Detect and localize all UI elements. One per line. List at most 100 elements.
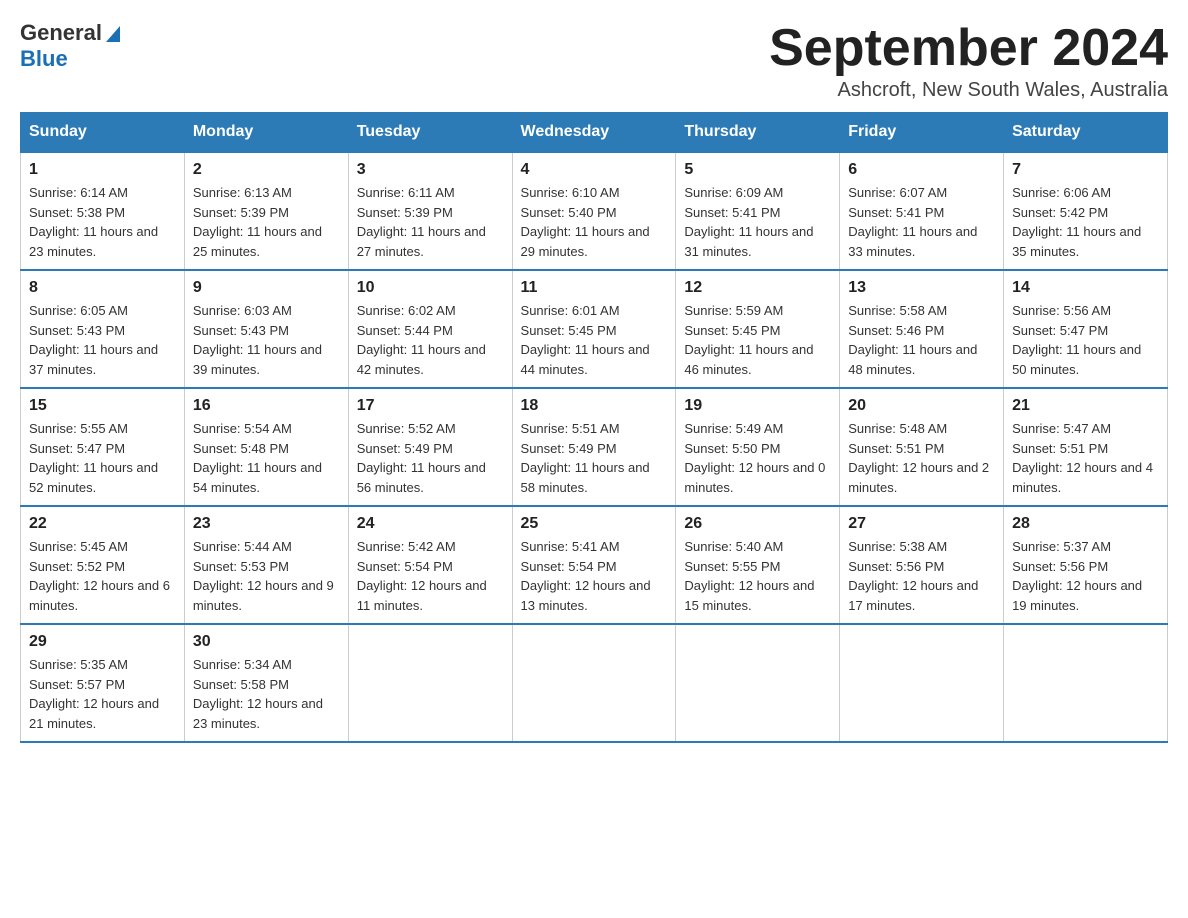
calendar-cell: 9Sunrise: 6:03 AMSunset: 5:43 PMDaylight… <box>184 270 348 388</box>
day-number: 3 <box>357 161 504 179</box>
calendar-cell: 16Sunrise: 5:54 AMSunset: 5:48 PMDayligh… <box>184 388 348 506</box>
calendar-cell: 28 Sunrise: 5:37 AMSunset: 5:56 PMDayligh… <box>1004 506 1168 624</box>
title-area: September 2024 Ashcroft, New South Wales… <box>769 20 1168 102</box>
calendar-cell: 25Sunrise: 5:41 AMSunset: 5:54 PMDayligh… <box>512 506 676 624</box>
weekday-header-tuesday: Tuesday <box>348 113 512 153</box>
calendar-cell: 29 Sunrise: 5:35 AMSunset: 5:57 PMDayligh… <box>21 624 185 742</box>
day-info: Sunrise: 5:54 AMSunset: 5:48 PMDaylight:… <box>193 419 340 497</box>
calendar-cell: 11 Sunrise: 6:01 AMSunset: 5:45 PMDayligh… <box>512 270 676 388</box>
day-info: Sunrise: 5:55 AMSunset: 5:47 PMDaylight:… <box>29 419 176 497</box>
calendar-cell: 15 Sunrise: 5:55 AMSunset: 5:47 PMDayligh… <box>21 388 185 506</box>
day-info: Sunrise: 5:37 AMSunset: 5:56 PMDaylight:… <box>1012 537 1159 615</box>
day-number: 21 <box>1012 397 1159 415</box>
day-number: 5 <box>684 161 831 179</box>
day-number: 15 <box>29 397 176 415</box>
calendar-week-row: 29 Sunrise: 5:35 AMSunset: 5:57 PMDayligh… <box>21 624 1168 742</box>
logo-blue-text: Blue <box>20 46 124 72</box>
calendar-cell: 21 Sunrise: 5:47 AMSunset: 5:51 PMDayligh… <box>1004 388 1168 506</box>
day-info: Sunrise: 5:42 AMSunset: 5:54 PMDaylight:… <box>357 537 504 615</box>
day-info: Sunrise: 5:52 AMSunset: 5:49 PMDaylight:… <box>357 419 504 497</box>
day-info: Sunrise: 5:35 AMSunset: 5:57 PMDaylight:… <box>29 655 176 733</box>
day-number: 13 <box>848 279 995 297</box>
calendar-cell: 1 Sunrise: 6:14 AMSunset: 5:38 PMDaylight… <box>21 152 185 270</box>
calendar-cell: 19 Sunrise: 5:49 AMSunset: 5:50 PMDayligh… <box>676 388 840 506</box>
calendar-cell <box>676 624 840 742</box>
day-number: 19 <box>684 397 831 415</box>
logo-general-text: General <box>20 20 102 46</box>
day-number: 20 <box>848 397 995 415</box>
day-number: 23 <box>193 515 340 533</box>
weekday-header-sunday: Sunday <box>21 113 185 153</box>
day-info: Sunrise: 6:05 AMSunset: 5:43 PMDaylight:… <box>29 301 176 379</box>
day-number: 22 <box>29 515 176 533</box>
day-number: 26 <box>684 515 831 533</box>
day-number: 14 <box>1012 279 1159 297</box>
calendar-cell: 24 Sunrise: 5:42 AMSunset: 5:54 PMDayligh… <box>348 506 512 624</box>
weekday-header-thursday: Thursday <box>676 113 840 153</box>
calendar-week-row: 15 Sunrise: 5:55 AMSunset: 5:47 PMDayligh… <box>21 388 1168 506</box>
calendar-cell: 8 Sunrise: 6:05 AMSunset: 5:43 PMDaylight… <box>21 270 185 388</box>
day-info: Sunrise: 5:38 AMSunset: 5:56 PMDaylight:… <box>848 537 995 615</box>
calendar-cell: 2 Sunrise: 6:13 AMSunset: 5:39 PMDaylight… <box>184 152 348 270</box>
day-info: Sunrise: 5:40 AMSunset: 5:55 PMDaylight:… <box>684 537 831 615</box>
day-number: 6 <box>848 161 995 179</box>
day-info: Sunrise: 6:11 AMSunset: 5:39 PMDaylight:… <box>357 183 504 261</box>
weekday-header-friday: Friday <box>840 113 1004 153</box>
day-number: 1 <box>29 161 176 179</box>
calendar-cell: 6 Sunrise: 6:07 AMSunset: 5:41 PMDaylight… <box>840 152 1004 270</box>
day-number: 4 <box>521 161 668 179</box>
calendar-cell: 5Sunrise: 6:09 AMSunset: 5:41 PMDaylight… <box>676 152 840 270</box>
calendar-cell: 22 Sunrise: 5:45 AMSunset: 5:52 PMDayligh… <box>21 506 185 624</box>
calendar-cell: 27 Sunrise: 5:38 AMSunset: 5:56 PMDayligh… <box>840 506 1004 624</box>
location-subtitle: Ashcroft, New South Wales, Australia <box>769 79 1168 102</box>
calendar-cell <box>1004 624 1168 742</box>
month-title: September 2024 <box>769 20 1168 77</box>
weekday-header-saturday: Saturday <box>1004 113 1168 153</box>
logo-triangle-icon <box>102 22 124 44</box>
calendar-header-row: SundayMondayTuesdayWednesdayThursdayFrid… <box>21 113 1168 153</box>
day-number: 7 <box>1012 161 1159 179</box>
day-number: 2 <box>193 161 340 179</box>
day-info: Sunrise: 6:07 AMSunset: 5:41 PMDaylight:… <box>848 183 995 261</box>
calendar-cell: 17 Sunrise: 5:52 AMSunset: 5:49 PMDayligh… <box>348 388 512 506</box>
calendar-cell: 23Sunrise: 5:44 AMSunset: 5:53 PMDayligh… <box>184 506 348 624</box>
day-info: Sunrise: 5:49 AMSunset: 5:50 PMDaylight:… <box>684 419 831 497</box>
calendar-cell: 4 Sunrise: 6:10 AMSunset: 5:40 PMDaylight… <box>512 152 676 270</box>
day-number: 11 <box>521 279 668 297</box>
weekday-header-wednesday: Wednesday <box>512 113 676 153</box>
day-info: Sunrise: 5:34 AMSunset: 5:58 PMDaylight:… <box>193 655 340 733</box>
logo: General Blue <box>20 20 124 72</box>
calendar-cell: 30 Sunrise: 5:34 AMSunset: 5:58 PMDayligh… <box>184 624 348 742</box>
day-number: 8 <box>29 279 176 297</box>
calendar-cell: 7 Sunrise: 6:06 AMSunset: 5:42 PMDaylight… <box>1004 152 1168 270</box>
day-number: 18 <box>521 397 668 415</box>
day-number: 24 <box>357 515 504 533</box>
calendar-cell: 13 Sunrise: 5:58 AMSunset: 5:46 PMDayligh… <box>840 270 1004 388</box>
day-info: Sunrise: 5:47 AMSunset: 5:51 PMDaylight:… <box>1012 419 1159 497</box>
day-info: Sunrise: 5:58 AMSunset: 5:46 PMDaylight:… <box>848 301 995 379</box>
day-number: 12 <box>684 279 831 297</box>
day-number: 9 <box>193 279 340 297</box>
calendar-cell: 20Sunrise: 5:48 AMSunset: 5:51 PMDayligh… <box>840 388 1004 506</box>
day-info: Sunrise: 5:45 AMSunset: 5:52 PMDaylight:… <box>29 537 176 615</box>
day-info: Sunrise: 6:02 AMSunset: 5:44 PMDaylight:… <box>357 301 504 379</box>
day-number: 28 <box>1012 515 1159 533</box>
calendar-cell: 26 Sunrise: 5:40 AMSunset: 5:55 PMDayligh… <box>676 506 840 624</box>
day-number: 17 <box>357 397 504 415</box>
calendar-week-row: 1 Sunrise: 6:14 AMSunset: 5:38 PMDaylight… <box>21 152 1168 270</box>
day-info: Sunrise: 6:13 AMSunset: 5:39 PMDaylight:… <box>193 183 340 261</box>
day-number: 30 <box>193 633 340 651</box>
weekday-header-monday: Monday <box>184 113 348 153</box>
day-info: Sunrise: 6:10 AMSunset: 5:40 PMDaylight:… <box>521 183 668 261</box>
day-info: Sunrise: 6:06 AMSunset: 5:42 PMDaylight:… <box>1012 183 1159 261</box>
day-number: 29 <box>29 633 176 651</box>
day-number: 25 <box>521 515 668 533</box>
day-number: 27 <box>848 515 995 533</box>
calendar-cell <box>348 624 512 742</box>
day-info: Sunrise: 6:14 AMSunset: 5:38 PMDaylight:… <box>29 183 176 261</box>
day-info: Sunrise: 6:01 AMSunset: 5:45 PMDaylight:… <box>521 301 668 379</box>
day-info: Sunrise: 5:51 AMSunset: 5:49 PMDaylight:… <box>521 419 668 497</box>
calendar-cell: 3 Sunrise: 6:11 AMSunset: 5:39 PMDaylight… <box>348 152 512 270</box>
calendar-table: SundayMondayTuesdayWednesdayThursdayFrid… <box>20 112 1168 743</box>
calendar-cell: 12Sunrise: 5:59 AMSunset: 5:45 PMDayligh… <box>676 270 840 388</box>
